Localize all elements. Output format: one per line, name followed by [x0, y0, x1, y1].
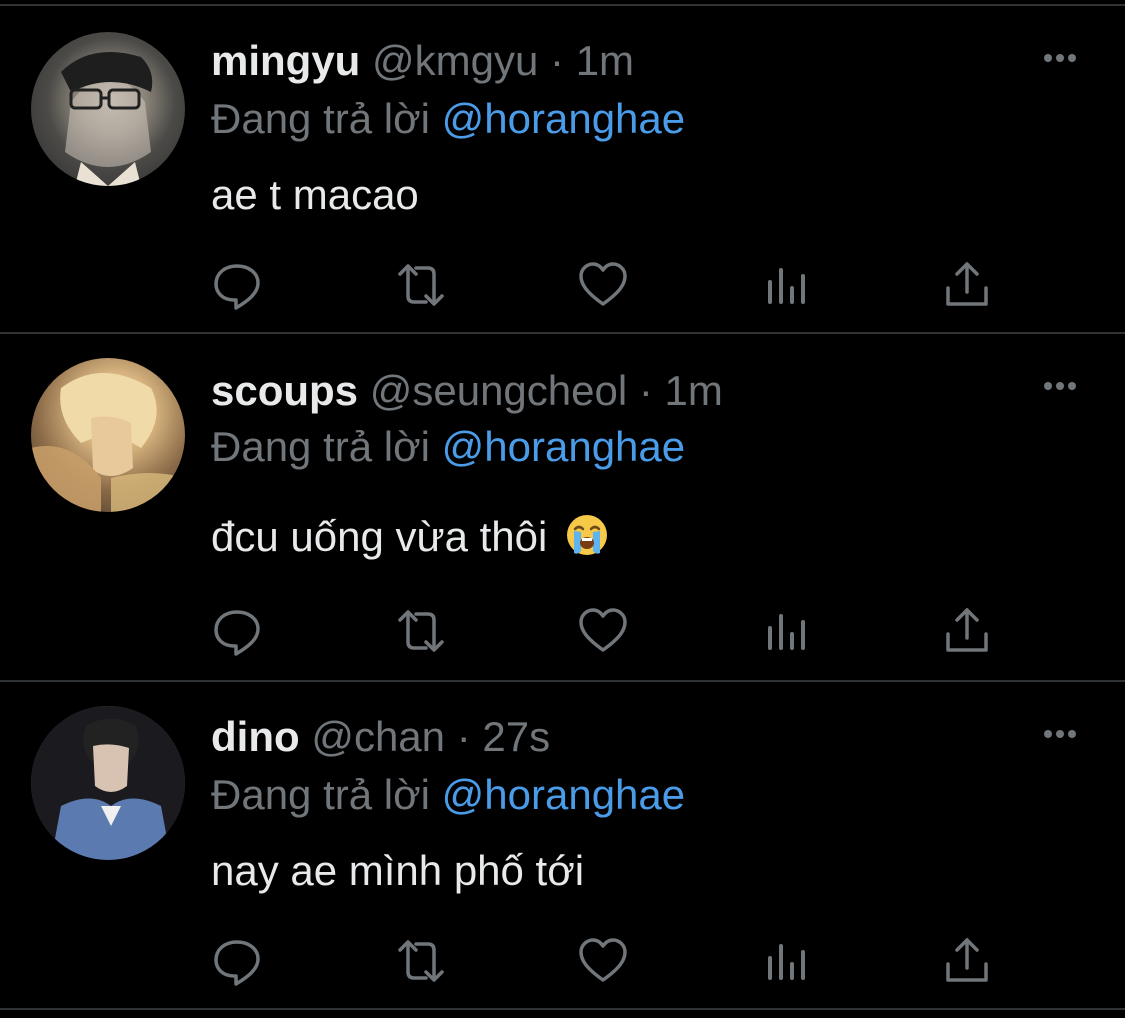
- action-bar: [0, 934, 1125, 994]
- separator-dot: ·: [638, 367, 653, 414]
- retweet-icon[interactable]: [394, 604, 448, 658]
- tweet-text: nay ae mình phố tới: [211, 846, 584, 896]
- tweet[interactable]: mingyu @kmgyu · 1m Đang trả lời @horangh…: [0, 6, 1125, 332]
- views-icon[interactable]: [760, 604, 814, 658]
- tweet-text: đcu uống vừa thôi: [211, 512, 609, 562]
- reply-icon[interactable]: [210, 934, 264, 988]
- more-icon[interactable]: [1040, 726, 1080, 742]
- avatar[interactable]: [31, 32, 185, 186]
- timestamp[interactable]: 1m: [665, 367, 723, 414]
- reply-prefix: Đang trả lời: [211, 771, 430, 818]
- views-icon[interactable]: [760, 934, 814, 988]
- replying-to: Đang trả lời @horanghae: [211, 770, 685, 820]
- tweet-text-content: ae t macao: [211, 171, 419, 218]
- user-handle[interactable]: @chan: [311, 713, 445, 760]
- display-name[interactable]: scoups: [211, 367, 358, 414]
- display-name[interactable]: mingyu: [211, 37, 360, 84]
- user-handle[interactable]: @kmgyu: [372, 37, 538, 84]
- reply-prefix: Đang trả lời: [211, 423, 430, 470]
- retweet-icon[interactable]: [394, 258, 448, 312]
- tweet-divider: [0, 1008, 1125, 1010]
- share-icon[interactable]: [940, 258, 994, 312]
- loudly-crying-face-icon: [565, 513, 609, 557]
- tweet[interactable]: dino @chan · 27s Đang trả lời @horanghae…: [0, 682, 1125, 1008]
- user-handle[interactable]: @seungcheol: [370, 367, 627, 414]
- share-icon[interactable]: [940, 604, 994, 658]
- views-icon[interactable]: [760, 258, 814, 312]
- mention-link[interactable]: @horanghae: [442, 771, 686, 818]
- tweet-text-content: đcu uống vừa thôi: [211, 513, 548, 560]
- separator-dot: ·: [456, 713, 471, 760]
- more-icon[interactable]: [1040, 50, 1080, 66]
- mention-link[interactable]: @horanghae: [442, 423, 686, 470]
- heart-icon[interactable]: [576, 258, 630, 312]
- tweet-header: scoups @seungcheol · 1m: [211, 366, 723, 416]
- heart-icon[interactable]: [576, 934, 630, 988]
- timestamp[interactable]: 27s: [482, 713, 550, 760]
- separator-dot: ·: [550, 37, 565, 84]
- more-icon[interactable]: [1040, 378, 1080, 394]
- avatar[interactable]: [31, 706, 185, 860]
- tweet-header: mingyu @kmgyu · 1m: [211, 36, 634, 86]
- tweet-header: dino @chan · 27s: [211, 712, 550, 762]
- replying-to: Đang trả lời @horanghae: [211, 94, 685, 144]
- reply-icon[interactable]: [210, 258, 264, 312]
- share-icon[interactable]: [940, 934, 994, 988]
- reply-icon[interactable]: [210, 604, 264, 658]
- tweet[interactable]: scoups @seungcheol · 1m Đang trả lời @ho…: [0, 334, 1125, 680]
- mention-link[interactable]: @horanghae: [442, 95, 686, 142]
- retweet-icon[interactable]: [394, 934, 448, 988]
- tweet-text: ae t macao: [211, 170, 419, 220]
- avatar[interactable]: [31, 358, 185, 512]
- heart-icon[interactable]: [576, 604, 630, 658]
- replying-to: Đang trả lời @horanghae: [211, 422, 685, 472]
- reply-prefix: Đang trả lời: [211, 95, 430, 142]
- action-bar: [0, 258, 1125, 318]
- action-bar: [0, 604, 1125, 664]
- display-name[interactable]: dino: [211, 713, 300, 760]
- timestamp[interactable]: 1m: [576, 37, 634, 84]
- tweet-text-content: nay ae mình phố tới: [211, 847, 585, 894]
